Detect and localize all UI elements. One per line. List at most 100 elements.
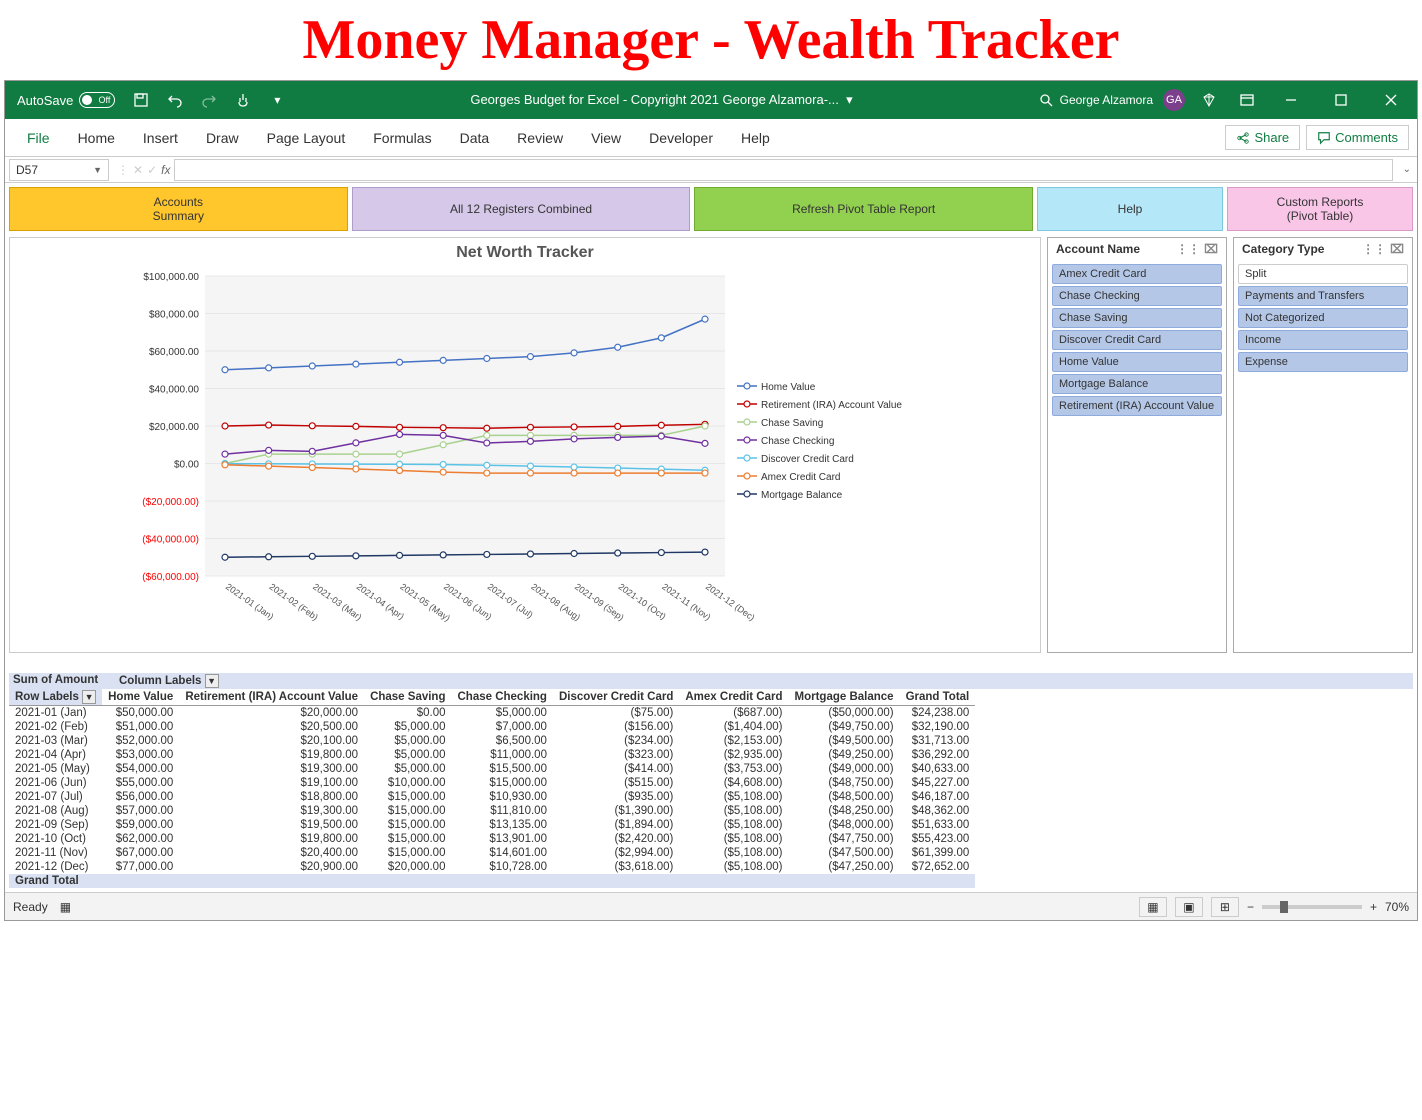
net-worth-chart[interactable]: Net Worth Tracker $100,000.00 $80,000.00 $…: [9, 237, 1041, 653]
clear-filter-icon[interactable]: ⌧: [1204, 242, 1218, 256]
chart-title: Net Worth Tracker: [16, 244, 1034, 262]
touch-icon[interactable]: [229, 86, 257, 114]
ribbon-tab-insert[interactable]: Insert: [129, 120, 192, 156]
user-avatar[interactable]: GA: [1163, 89, 1185, 111]
redo-icon[interactable]: [195, 86, 223, 114]
multiselect-icon[interactable]: ⋮⋮: [1362, 242, 1386, 256]
expand-formula-icon[interactable]: ⌄: [1397, 164, 1417, 175]
clear-filter-icon[interactable]: ⌧: [1390, 242, 1404, 256]
enter-icon[interactable]: ✓: [147, 163, 157, 177]
svg-text:($60,000.00): ($60,000.00): [142, 572, 199, 583]
ribbon-tab-draw[interactable]: Draw: [192, 120, 253, 156]
status-ready: Ready: [13, 900, 48, 914]
page-layout-view-icon[interactable]: ▣: [1175, 897, 1203, 917]
slicer-item[interactable]: Retirement (IRA) Account Value: [1052, 396, 1222, 416]
undo-icon[interactable]: [161, 86, 189, 114]
svg-text:Chase Checking: Chase Checking: [761, 436, 834, 447]
slicer-item[interactable]: Home Value: [1052, 352, 1222, 372]
ribbon-tab-view[interactable]: View: [577, 120, 635, 156]
autosave-label: AutoSave: [17, 93, 73, 108]
custom-reports-button[interactable]: Custom Reports(Pivot Table): [1227, 187, 1413, 231]
slicer-item[interactable]: Mortgage Balance: [1052, 374, 1222, 394]
cancel-icon[interactable]: ✕: [133, 163, 143, 177]
zoom-in-icon[interactable]: +: [1370, 900, 1377, 914]
multiselect-icon[interactable]: ⋮⋮: [1176, 242, 1200, 256]
normal-view-icon[interactable]: ▦: [1139, 897, 1167, 917]
svg-text:($40,000.00): ($40,000.00): [142, 535, 199, 546]
ribbon-tab-page-layout[interactable]: Page Layout: [253, 120, 360, 156]
diamond-icon[interactable]: [1195, 86, 1223, 114]
ribbon-tab-review[interactable]: Review: [503, 120, 577, 156]
app-window: AutoSave Off ▾ Georges Budget for Excel …: [4, 80, 1418, 921]
svg-text:$100,000.00: $100,000.00: [143, 272, 199, 283]
svg-text:Amex Credit Card: Amex Credit Card: [761, 472, 840, 483]
slicer-item[interactable]: Split: [1238, 264, 1408, 284]
autosave-state: Off: [99, 95, 111, 105]
customize-qat-icon[interactable]: ▾: [263, 86, 291, 114]
zoom-level[interactable]: 70%: [1385, 900, 1409, 914]
document-title: Georges Budget for Excel - Copyright 202…: [291, 92, 1031, 108]
slicer-item[interactable]: Payments and Transfers: [1238, 286, 1408, 306]
refresh-pivot-button[interactable]: Refresh Pivot Table Report: [694, 187, 1033, 231]
pivot-sum-label: Sum of Amount: [9, 673, 115, 689]
svg-text:Mortgage Balance: Mortgage Balance: [761, 490, 843, 501]
status-bar: Ready ▦ ▦ ▣ ⊞ − + 70%: [5, 892, 1417, 920]
formula-bar: D57▼ ⋮ ✕ ✓ fx ⌄: [5, 157, 1417, 183]
zoom-slider[interactable]: [1262, 905, 1362, 909]
close-button[interactable]: [1371, 86, 1411, 114]
user-name[interactable]: George Alzamora: [1060, 93, 1153, 107]
macro-record-icon[interactable]: ▦: [60, 900, 71, 914]
pivot-table[interactable]: Sum of Amount Column Labels ▼ Row Labels…: [9, 673, 1413, 888]
minimize-button[interactable]: [1271, 86, 1311, 114]
svg-text:$40,000.00: $40,000.00: [149, 385, 199, 396]
slicer-title: Account Name: [1056, 242, 1140, 256]
autosave-switch[interactable]: Off: [79, 92, 115, 108]
save-icon[interactable]: [127, 86, 155, 114]
category-type-slicer[interactable]: Category Type ⋮⋮ ⌧ SplitPayments and Tra…: [1233, 237, 1413, 653]
svg-text:$0.00: $0.00: [174, 460, 199, 471]
share-button[interactable]: Share: [1225, 125, 1300, 150]
accounts-summary-button[interactable]: AccountsSummary: [9, 187, 348, 231]
slicer-item[interactable]: Expense: [1238, 352, 1408, 372]
svg-text:Retirement (IRA) Account Value: Retirement (IRA) Account Value: [761, 400, 902, 411]
comments-label: Comments: [1335, 130, 1398, 145]
svg-text:$80,000.00: $80,000.00: [149, 310, 199, 321]
zoom-out-icon[interactable]: −: [1247, 900, 1254, 914]
svg-text:Home Value: Home Value: [761, 382, 816, 393]
svg-text:2021-12 (Dec): 2021-12 (Dec): [704, 581, 757, 622]
page-title: Money Manager - Wealth Tracker: [0, 0, 1422, 80]
share-label: Share: [1254, 130, 1289, 145]
account-name-slicer[interactable]: Account Name ⋮⋮ ⌧ Amex Credit CardChase …: [1047, 237, 1227, 653]
ribbon-tab-formulas[interactable]: Formulas: [359, 120, 445, 156]
page-break-view-icon[interactable]: ⊞: [1211, 897, 1239, 917]
slicer-item[interactable]: Chase Saving: [1052, 308, 1222, 328]
fx-icon[interactable]: fx: [161, 163, 170, 177]
slicer-item[interactable]: Amex Credit Card: [1052, 264, 1222, 284]
svg-text:($20,000.00): ($20,000.00): [142, 497, 199, 508]
slicer-title: Category Type: [1242, 242, 1324, 256]
ribbon-tab-data[interactable]: Data: [446, 120, 504, 156]
all-registers-button[interactable]: All 12 Registers Combined: [352, 187, 691, 231]
ribbon-tab-file[interactable]: File: [13, 120, 64, 156]
maximize-button[interactable]: [1321, 86, 1361, 114]
svg-text:$20,000.00: $20,000.00: [149, 422, 199, 433]
slicer-item[interactable]: Chase Checking: [1052, 286, 1222, 306]
svg-text:$60,000.00: $60,000.00: [149, 347, 199, 358]
ribbon-tab-help[interactable]: Help: [727, 120, 784, 156]
help-button[interactable]: Help: [1037, 187, 1223, 231]
formula-input[interactable]: [174, 159, 1392, 181]
slicer-item[interactable]: Discover Credit Card: [1052, 330, 1222, 350]
dropdown-icon[interactable]: ▼: [205, 674, 219, 688]
display-options-icon[interactable]: [1233, 86, 1261, 114]
slicer-item[interactable]: Income: [1238, 330, 1408, 350]
name-box[interactable]: D57▼: [9, 159, 109, 181]
search-icon[interactable]: [1032, 86, 1060, 114]
autosave-toggle[interactable]: AutoSave Off: [11, 92, 121, 108]
comments-button[interactable]: Comments: [1306, 125, 1409, 150]
ribbon-tab-home[interactable]: Home: [64, 120, 129, 156]
ribbon-tab-developer[interactable]: Developer: [635, 120, 727, 156]
svg-text:2021-01 (Jan): 2021-01 (Jan): [224, 581, 276, 621]
svg-text:Chase Saving: Chase Saving: [761, 418, 823, 429]
slicer-item[interactable]: Not Categorized: [1238, 308, 1408, 328]
svg-text:Discover Credit Card: Discover Credit Card: [761, 454, 854, 465]
